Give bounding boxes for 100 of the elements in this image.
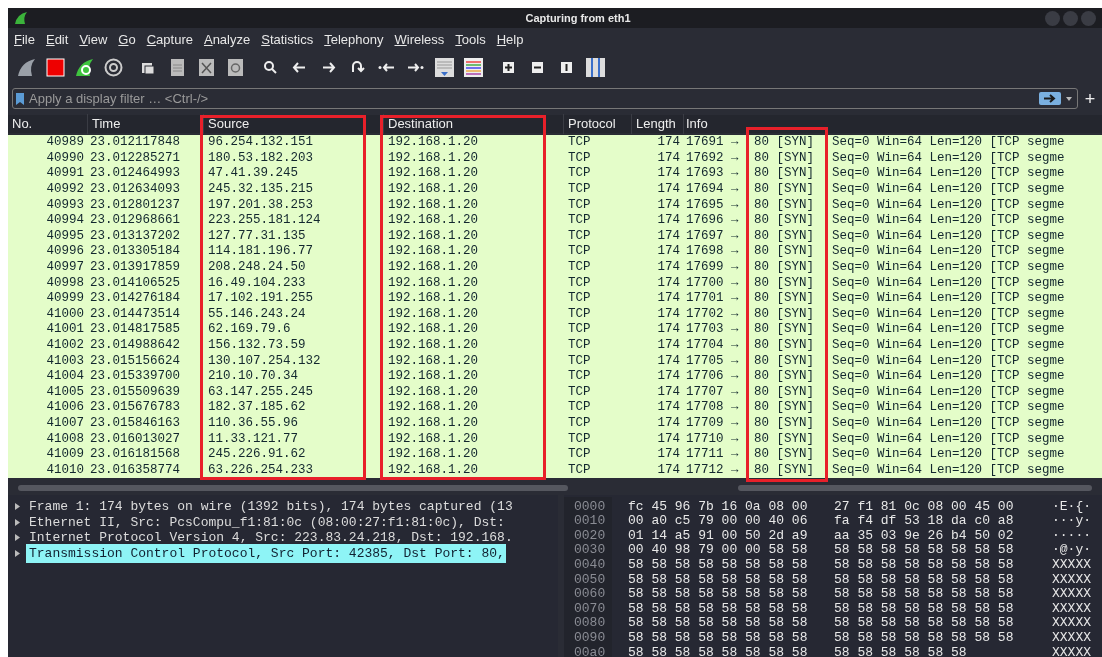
column-header[interactable]: Length [632,114,684,134]
settings-icon[interactable] [103,56,124,78]
resize-columns-icon[interactable] [585,56,606,78]
menu-item[interactable]: View [79,30,108,50]
column-header[interactable]: Info [684,114,1102,134]
column-header[interactable]: Protocol [564,114,632,134]
time-cell-text: 23.016181568 [89,447,181,463]
info-cell-text: Seq=0 Win=64 Len=120 [TCP segme [831,416,1065,431]
column-header[interactable]: Destination [384,114,564,134]
length-cell-text: 174 [656,166,681,182]
packet-number-cell-text: 41006 [45,400,85,416]
length-cell-text: 174 [656,213,681,229]
length-cell-text: 174 [656,244,681,260]
dropdown-caret-icon[interactable] [1064,94,1074,103]
reload-file-icon[interactable] [225,56,246,78]
source-port-cell-text: 17697 → [685,228,740,244]
menu-item[interactable]: Edit [45,30,69,50]
menu-item[interactable]: Telephony [324,30,384,50]
destination-cell-text: 192.168.1.20 [387,135,479,151]
packet-row[interactable]: 41001 23.014817585 62.169.79.6 192.168.1.20 TCP 174 17703 → 80 [SYN] Seq=0 Win=64 Len=120 [TCP segme [8,322,1102,338]
restart-capture-icon[interactable] [74,56,95,78]
colorize-icon[interactable] [463,56,484,78]
source-cell-text: 223.255.181.124 [207,213,322,229]
packet-row[interactable]: 41010 23.016358774 63.226.254.233 192.168.1.20 TCP 174 17712 → 80 [SYN] Seq=0 Win=64 Len=120 [TCP segme [8,462,1102,479]
protocol-cell-text: TCP [567,447,592,463]
protocol-cell-text: TCP [567,197,592,213]
packet-row[interactable]: 40998 23.014106525 16.49.104.233 192.168.1.20 TCP 174 17700 → 80 [SYN] Seq=0 Win=64 Len=120 [TCP segme [8,275,1102,291]
destination-cell-text: 192.168.1.20 [387,369,479,385]
flags-cell-text: 80 [SYN] [753,400,815,416]
source-port-cell-text: 17694 → [685,182,740,198]
packet-number-cell-text: 40995 [45,228,85,244]
column-header[interactable]: No. [8,114,88,134]
length-cell-text: 174 [656,135,681,151]
protocol-cell-text: TCP [567,275,592,291]
expand-arrow-icon[interactable] [14,534,20,542]
menu-item[interactable]: Capture [146,30,193,50]
horizontal-scrollbar[interactable] [18,485,568,492]
length-cell-text: 174 [656,400,681,416]
packet-row[interactable]: 40989 23.012117848 96.254.132.151 192.168.1.20 TCP 174 17691 → 80 [SYN] Seq=0 Win=64 Len=120 [TCP segme [8,135,1102,151]
menu-item[interactable]: Analyze [203,30,251,50]
time-cell-text: 23.014473514 [89,306,181,322]
time-cell-text: 23.014276184 [89,291,181,307]
destination-cell-text: 192.168.1.20 [387,416,479,431]
destination-cell-text: 192.168.1.20 [387,462,479,478]
destination-cell-text: 192.168.1.20 [387,431,479,447]
menu-item[interactable]: Wireless [394,30,445,50]
source-cell-text: 55.146.243.24 [207,306,307,322]
packet-row[interactable]: 41008 23.016013027 11.33.121.77 192.168.1.20 TCP 174 17710 → 80 [SYN] Seq=0 Win=64 Len=120 [TCP segme [8,431,1102,447]
column-header[interactable]: Source [204,114,384,134]
packet-number-cell-text: 40989 [45,135,85,151]
packet-row[interactable]: 41006 23.015676783 182.37.185.62 192.168.1.20 TCP 174 17708 → 80 [SYN] Seq=0 Win=64 Len=120 [TCP segme [8,400,1102,416]
packet-number-cell-text: 41000 [45,306,85,322]
info-cell-text: Seq=0 Win=64 Len=120 [TCP segme [831,462,1065,478]
packet-number-cell-text: 41008 [45,431,85,447]
source-port-cell-text: 17699 → [685,260,740,276]
packet-row[interactable]: 40996 23.013305184 114.181.196.77 192.168.1.20 TCP 174 17698 → 80 [SYN] Seq=0 Win=64 Len=120 [TCP segme [8,244,1102,260]
destination-cell-text: 192.168.1.20 [387,228,479,244]
stop-capture-icon[interactable] [45,56,66,78]
menu-item[interactable]: Help [496,30,524,50]
menu-item[interactable]: Go [118,30,136,50]
source-port-cell-text: 17698 → [685,244,740,260]
packet-number-cell-text: 40997 [45,260,85,276]
autoscroll-icon[interactable] [434,56,455,78]
packet-number-cell-text: 40993 [45,197,85,213]
close-file-icon[interactable] [196,56,217,78]
time-cell-text: 23.013137202 [89,228,181,244]
protocol-cell-text: TCP [567,369,592,385]
column-header[interactable]: Time [88,114,204,134]
menu-item[interactable]: Statistics [261,30,314,50]
source-port-cell-text: 17693 → [685,166,740,182]
bookmark-icon[interactable] [15,91,25,106]
length-cell-text: 174 [656,416,681,431]
flags-cell-text: 80 [SYN] [753,447,815,463]
protocol-cell-text: TCP [567,306,592,322]
source-cell-text: 17.102.191.255 [207,291,315,307]
length-cell-text: 174 [656,322,681,338]
destination-cell-text: 192.168.1.20 [387,291,479,307]
time-cell-text: 23.014106525 [89,275,181,291]
packet-number-cell-text: 41001 [45,322,85,338]
destination-cell-text: 192.168.1.20 [387,338,479,353]
expand-arrow-icon[interactable] [14,518,20,526]
packet-row[interactable]: 40993 23.012801237 197.201.38.253 192.168.1.20 TCP 174 17695 → 80 [SYN] Seq=0 Win=64 Len=120 [TCP segme [8,197,1102,213]
menu-item[interactable]: File [14,30,35,50]
time-cell-text: 23.012117848 [89,135,181,151]
length-cell-text: 174 [656,197,681,213]
start-capture-icon[interactable] [16,56,37,78]
source-cell-text: 96.254.132.151 [207,135,315,151]
source-cell-text: 180.53.182.203 [207,150,315,166]
packet-row[interactable]: 40991 23.012464993 47.41.39.245 192.168.1.20 TCP 174 17693 → 80 [SYN] Seq=0 Win=64 Len=120 [TCP segme [8,166,1102,182]
info-cell-text: Seq=0 Win=64 Len=120 [TCP segme [831,353,1065,369]
menu-item[interactable]: Tools [455,30,486,50]
packet-row[interactable]: 41003 23.015156624 130.107.254.132 192.168.1.20 TCP 174 17705 → 80 [SYN] Seq=0 Win=64 Len=120 [TCP segme [8,353,1102,369]
source-port-cell-text: 17692 → [685,150,740,166]
expand-arrow-icon[interactable] [14,549,20,557]
tree-item[interactable]: Transmission Control Protocol, Src Port: 42385, Dst Port: 80, [26,543,506,564]
packet-number-cell-text: 41004 [45,369,85,385]
add-filter-button[interactable]: + [1078,89,1102,108]
length-cell-text: 174 [656,462,681,478]
protocol-cell-text: TCP [567,431,592,447]
expand-arrow-icon[interactable] [14,503,20,511]
